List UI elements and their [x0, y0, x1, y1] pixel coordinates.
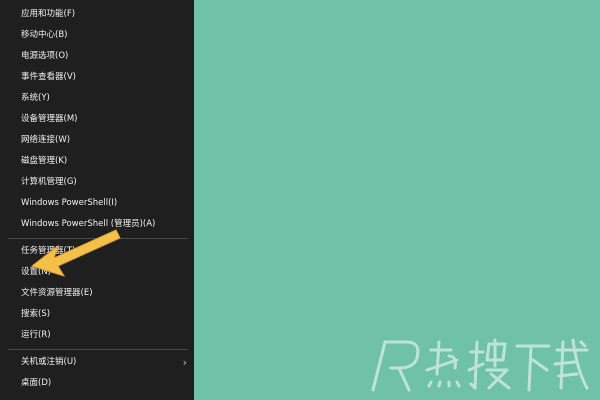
- chevron-right-icon: ›: [182, 356, 187, 369]
- menu-item-run[interactable]: 运行(R): [0, 325, 194, 346]
- menu-item-apps-features[interactable]: 应用和功能(F): [0, 4, 194, 25]
- winx-quick-link-menu: 应用和功能(F) 移动中心(B) 电源选项(O) 事件查看器(V) 系统(Y) …: [0, 0, 194, 400]
- menu-item-power-options[interactable]: 电源选项(O): [0, 46, 194, 67]
- menu-item-desktop[interactable]: 桌面(D): [0, 373, 194, 394]
- menu-item-shutdown-signout[interactable]: 关机或注销(U) ›: [0, 352, 194, 373]
- menu-item-device-manager[interactable]: 设备管理器(M): [0, 109, 194, 130]
- menu-item-system[interactable]: 系统(Y): [0, 88, 194, 109]
- menu-item-disk-management[interactable]: 磁盘管理(K): [0, 151, 194, 172]
- menu-item-event-viewer[interactable]: 事件查看器(V): [0, 67, 194, 88]
- menu-item-label: 关机或注销(U): [21, 357, 77, 367]
- menu-item-search[interactable]: 搜索(S): [0, 304, 194, 325]
- menu-item-network-connections[interactable]: 网络连接(W): [0, 130, 194, 151]
- menu-item-mobility-center[interactable]: 移动中心(B): [0, 25, 194, 46]
- pointer-arrow-icon: [30, 229, 121, 277]
- menu-item-file-explorer[interactable]: 文件资源管理器(E): [0, 283, 194, 304]
- menu-item-powershell[interactable]: Windows PowerShell(I): [0, 193, 194, 214]
- watermark-logo: [371, 338, 589, 392]
- menu-divider: [8, 349, 188, 350]
- screen: 应用和功能(F) 移动中心(B) 电源选项(O) 事件查看器(V) 系统(Y) …: [0, 0, 600, 400]
- menu-item-computer-management[interactable]: 计算机管理(G): [0, 172, 194, 193]
